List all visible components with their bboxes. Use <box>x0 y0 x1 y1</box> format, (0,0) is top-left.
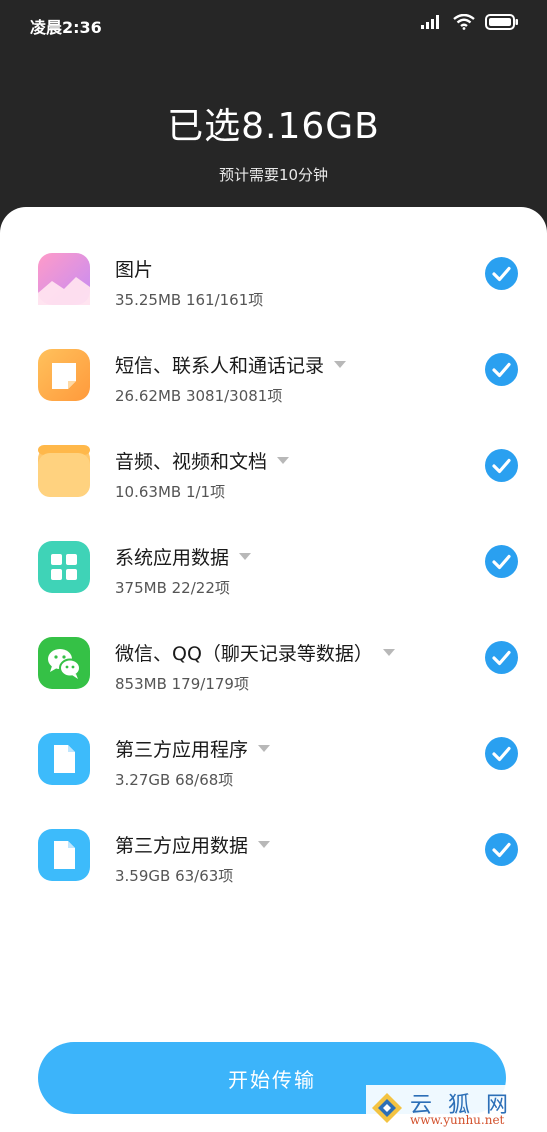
item-title: 系统应用数据 <box>115 543 252 570</box>
item-meta: 35.25MB 161/161项 <box>115 291 264 309</box>
item-meta: 26.62MB 3081/3081项 <box>115 387 283 405</box>
item-meta: 10.63MB 1/1项 <box>115 483 226 501</box>
expand-caret-icon[interactable] <box>334 361 347 368</box>
estimated-time: 预计需要10分钟 <box>218 166 329 184</box>
check-icon[interactable] <box>485 641 518 674</box>
file-icon <box>38 829 90 881</box>
message-icon <box>38 349 90 401</box>
item-meta: 375MB 22/22项 <box>115 579 230 597</box>
folder-icon <box>38 445 90 497</box>
check-icon[interactable] <box>485 449 518 482</box>
item-meta: 853MB 179/179项 <box>115 675 249 693</box>
gallery-icon <box>38 253 90 305</box>
status-time: 凌晨2:36 <box>30 18 102 37</box>
list-item-messages-contacts[interactable]: 短信、联系人和通话记录 26.62MB 3081/3081项 <box>0 333 547 429</box>
item-title: 短信、联系人和通话记录 <box>115 351 347 378</box>
list-item-system-app-data[interactable]: 系统应用数据 375MB 22/22项 <box>0 525 547 621</box>
watermark: 云狐网 www.yunhu.net <box>366 1085 547 1132</box>
expand-caret-icon[interactable] <box>382 649 395 656</box>
check-icon[interactable] <box>485 545 518 578</box>
check-icon[interactable] <box>485 353 518 386</box>
battery-icon <box>485 14 518 30</box>
signal-icon <box>421 15 439 29</box>
list-item-photos[interactable]: 图片 35.25MB 161/161项 <box>0 237 547 333</box>
item-title: 图片 <box>115 259 154 281</box>
transfer-list-sheet: 图片 35.25MB 161/161项 短信、联系人和通话记录 26.62MB … <box>0 207 547 1132</box>
wifi-icon <box>453 14 475 30</box>
item-title: 第三方应用程序 <box>115 735 271 762</box>
list-item-third-party-app-data[interactable]: 第三方应用数据 3.59GB 63/63项 <box>0 813 547 909</box>
wechat-icon <box>38 637 90 689</box>
list-item-media-documents[interactable]: 音频、视频和文档 10.63MB 1/1项 <box>0 429 547 525</box>
item-title: 音频、视频和文档 <box>115 447 290 474</box>
check-icon[interactable] <box>485 737 518 770</box>
item-title: 第三方应用数据 <box>115 831 271 858</box>
expand-caret-icon[interactable] <box>239 553 252 560</box>
apps-grid-icon <box>38 541 90 593</box>
item-title: 微信、QQ（聊天记录等数据） <box>115 639 395 666</box>
list-item-third-party-apps[interactable]: 第三方应用程序 3.27GB 68/68项 <box>0 717 547 813</box>
watermark-url: www.yunhu.net <box>410 1113 505 1127</box>
watermark-logo-icon <box>372 1093 402 1123</box>
expand-caret-icon[interactable] <box>258 841 271 848</box>
check-icon[interactable] <box>485 257 518 290</box>
expand-caret-icon[interactable] <box>258 745 271 752</box>
status-icons <box>421 14 519 30</box>
selected-size-title: 已选8.16GB <box>167 106 380 147</box>
summary-header: 已选8.16GB 预计需要10分钟 <box>0 50 547 210</box>
item-meta: 3.59GB 63/63项 <box>115 867 234 885</box>
list-item-wechat-qq[interactable]: 微信、QQ（聊天记录等数据） 853MB 179/179项 <box>0 621 547 717</box>
file-icon <box>38 733 90 785</box>
item-meta: 3.27GB 68/68项 <box>115 771 234 789</box>
expand-caret-icon[interactable] <box>277 457 290 464</box>
status-bar: 凌晨2:36 <box>0 0 547 50</box>
check-icon[interactable] <box>485 833 518 866</box>
